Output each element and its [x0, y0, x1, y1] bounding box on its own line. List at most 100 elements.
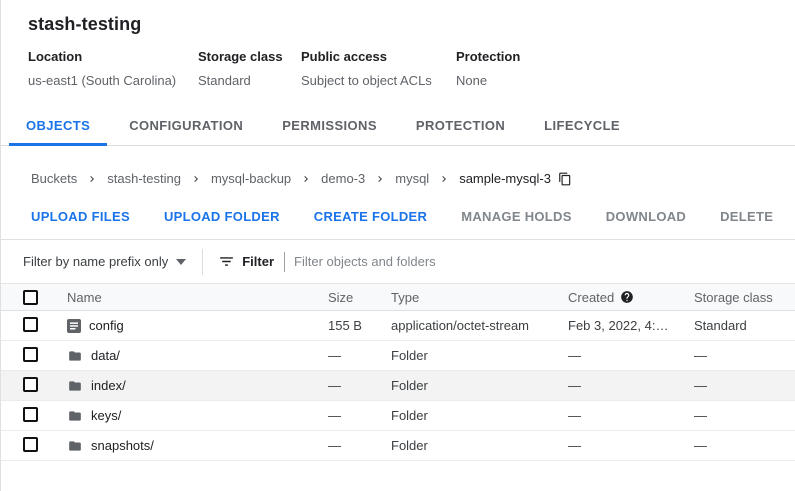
cell-size: — — [328, 408, 341, 423]
help-icon — [620, 290, 634, 304]
tab-objects[interactable]: OBJECTS — [9, 105, 108, 146]
select-all-checkbox[interactable] — [23, 289, 38, 305]
meta-storage-class: Storage class Standard — [198, 49, 301, 88]
cell-created: Feb 3, 2022, 4:… — [568, 318, 669, 333]
bucket-header: stash-testing Location us-east1 (South C… — [1, 0, 795, 88]
object-name-link[interactable]: config — [89, 318, 124, 333]
tab-bar: OBJECTS CONFIGURATION PERMISSIONS PROTEC… — [1, 105, 795, 146]
filter-objects-input[interactable] — [286, 250, 795, 273]
cell-storage-class: — — [694, 378, 707, 393]
breadcrumb-item-demo-3[interactable]: demo-3 — [321, 171, 365, 186]
meta-value: us-east1 (South Carolina) — [28, 73, 177, 88]
cell-size: — — [328, 438, 341, 453]
filter-list-icon — [218, 253, 235, 270]
row-checkbox[interactable] — [23, 376, 38, 392]
tab-protection[interactable]: PROTECTION — [399, 105, 522, 145]
meta-label: Storage class — [198, 49, 283, 64]
copy-path-button[interactable] — [558, 172, 572, 186]
cell-size: — — [328, 348, 341, 363]
manage-holds-button: MANAGE HOLDS — [461, 209, 572, 224]
cell-storage-class: Standard — [694, 318, 747, 333]
cell-storage-class: — — [694, 348, 707, 363]
bucket-details-page: stash-testing Location us-east1 (South C… — [0, 0, 795, 491]
column-header-size: Size — [328, 289, 354, 305]
tab-permissions[interactable]: PERMISSIONS — [265, 105, 394, 145]
breadcrumb-item-bucket[interactable]: stash-testing — [107, 171, 181, 186]
page-title: stash-testing — [28, 14, 142, 34]
column-header-name: Name — [67, 289, 102, 305]
object-name-link[interactable]: snapshots/ — [91, 438, 154, 453]
object-name-link[interactable]: data/ — [91, 348, 120, 363]
cell-type: Folder — [391, 438, 428, 453]
objects-table: Name Size Type Created Storage class con… — [1, 283, 795, 461]
upload-files-button[interactable]: UPLOAD FILES — [31, 209, 130, 224]
cell-created: — — [568, 378, 581, 393]
table-header-row: Name Size Type Created Storage class — [1, 283, 795, 311]
table-row: keys/ — Folder — — — [1, 401, 795, 431]
chevron-right-icon — [86, 173, 98, 185]
meta-label: Location — [28, 49, 83, 64]
input-divider — [284, 251, 286, 272]
cell-type: Folder — [391, 348, 428, 363]
breadcrumb-item-mysql[interactable]: mysql — [395, 171, 429, 186]
breadcrumb: Buckets stash-testing mysql-backup demo-… — [1, 146, 795, 186]
meta-value: Standard — [198, 73, 251, 88]
cell-created: — — [568, 348, 581, 363]
object-name-link[interactable]: keys/ — [91, 408, 121, 423]
filter-label: Filter — [242, 254, 275, 269]
cell-created: — — [568, 438, 581, 453]
delete-button: DELETE — [720, 209, 774, 224]
created-help-button[interactable] — [620, 290, 634, 304]
cell-storage-class: — — [694, 408, 707, 423]
meta-value: None — [456, 73, 488, 88]
meta-public-access: Public access Subject to object ACLs — [301, 49, 456, 88]
table-row: config 155 B application/octet-stream Fe… — [1, 311, 795, 341]
chevron-right-icon — [300, 173, 312, 185]
cell-type: Folder — [391, 408, 428, 423]
create-folder-button[interactable]: CREATE FOLDER — [314, 209, 427, 224]
tab-lifecycle[interactable]: LIFECYCLE — [527, 105, 637, 145]
cell-storage-class: — — [694, 438, 707, 453]
breadcrumb-item-mysql-backup[interactable]: mysql-backup — [211, 171, 291, 186]
upload-folder-button[interactable]: UPLOAD FOLDER — [164, 209, 280, 224]
chevron-right-icon — [438, 173, 450, 185]
folder-icon — [67, 379, 83, 393]
table-row: data/ — Folder — — — [1, 341, 795, 371]
cell-size: — — [328, 378, 341, 393]
meta-label: Protection — [456, 49, 521, 64]
file-icon — [67, 318, 81, 333]
filter-scope-dropdown[interactable]: Filter by name prefix only — [23, 254, 187, 269]
filter-scope-label: Filter by name prefix only — [23, 254, 169, 269]
meta-label: Public access — [301, 49, 387, 64]
object-name-link[interactable]: index/ — [91, 378, 126, 393]
cell-created: — — [568, 408, 581, 423]
meta-value: Subject to object ACLs — [301, 73, 432, 88]
vertical-divider — [202, 248, 204, 275]
table-row: snapshots/ — Folder — — — [1, 431, 795, 461]
row-checkbox[interactable] — [23, 316, 38, 332]
meta-location: Location us-east1 (South Carolina) — [28, 49, 198, 88]
cell-type: application/octet-stream — [391, 318, 530, 333]
row-checkbox[interactable] — [23, 406, 38, 422]
folder-icon — [67, 439, 83, 453]
chevron-right-icon — [190, 173, 202, 185]
download-button: DOWNLOAD — [605, 209, 687, 224]
cell-type: Folder — [391, 378, 428, 393]
meta-protection: Protection None — [456, 49, 520, 88]
tab-configuration[interactable]: CONFIGURATION — [112, 105, 260, 145]
folder-icon — [67, 409, 83, 423]
filter-bar: Filter by name prefix only Filter — [1, 240, 795, 283]
row-checkbox[interactable] — [23, 436, 38, 452]
column-header-storage-class: Storage class — [694, 289, 773, 305]
content-copy-icon — [558, 172, 572, 186]
caret-down-icon — [176, 258, 187, 265]
object-toolbar: UPLOAD FILES UPLOAD FOLDER CREATE FOLDER… — [1, 186, 795, 224]
column-header-created: Created — [568, 290, 694, 305]
row-checkbox[interactable] — [23, 346, 38, 362]
column-header-type: Type — [391, 289, 420, 305]
chevron-right-icon — [374, 173, 386, 185]
cell-size: 155 B — [328, 318, 362, 333]
bucket-meta: Location us-east1 (South Carolina) Stora… — [28, 49, 795, 88]
breadcrumb-item-buckets[interactable]: Buckets — [31, 171, 77, 186]
folder-icon — [67, 349, 83, 363]
